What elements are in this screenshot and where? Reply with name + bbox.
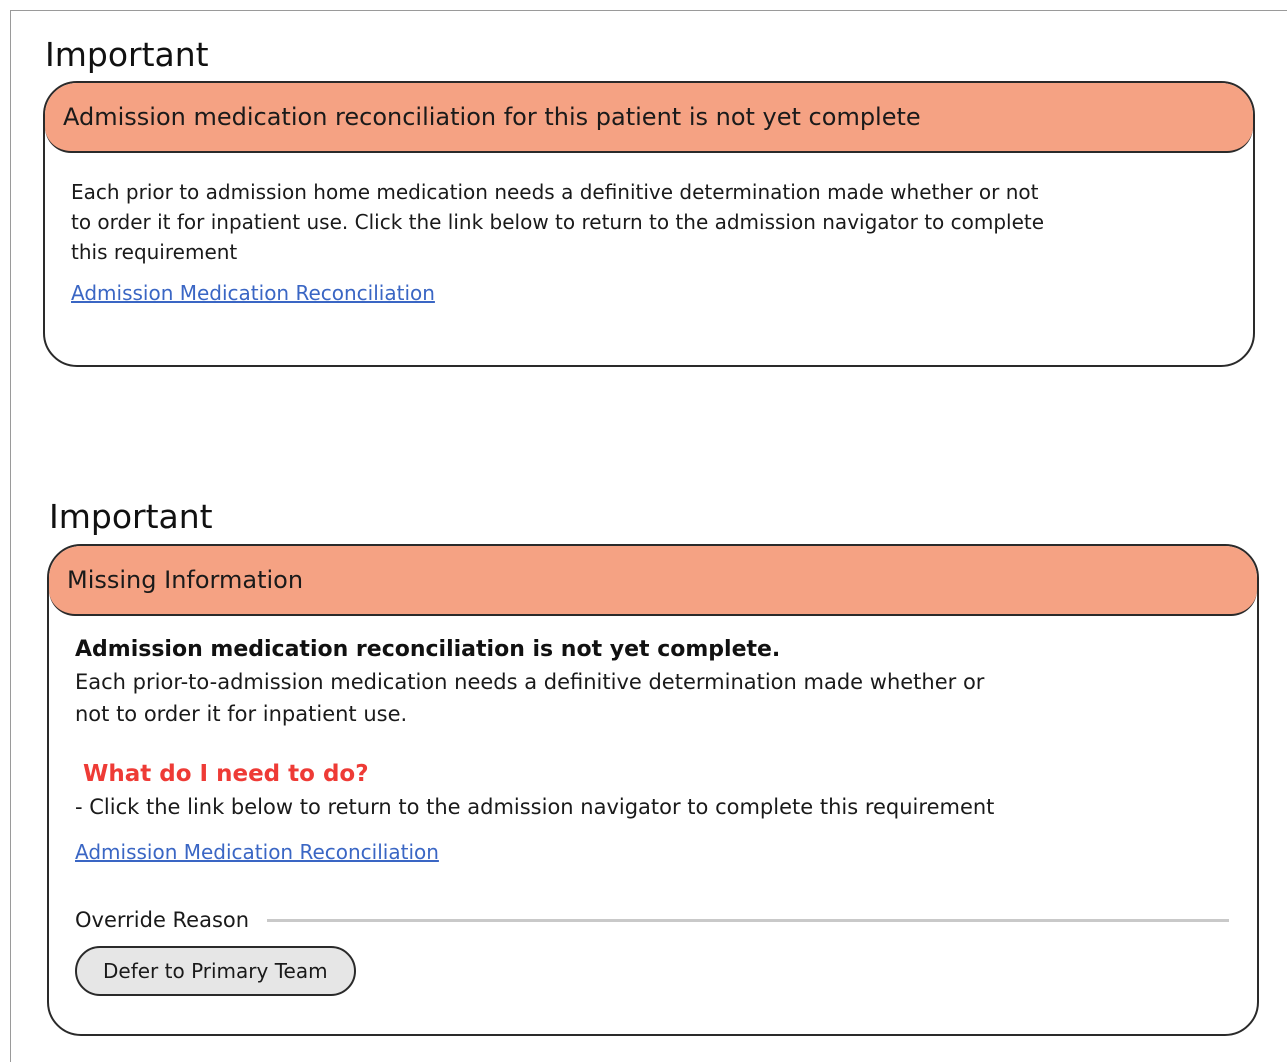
- alert1-body: Each prior to admission home medication …: [45, 153, 1253, 305]
- alert2-body-line: not to order it for inpatient use.: [75, 702, 408, 726]
- alert1-body-line: to order it for inpatient use. Click the…: [71, 210, 1045, 234]
- override-reason-label: Override Reason: [75, 908, 250, 932]
- alert1-heading: Important: [45, 35, 209, 74]
- alert2-body-line: Each prior-to-admission medication needs…: [75, 670, 985, 694]
- admission-med-rec-link[interactable]: Admission Medication Reconciliation: [71, 281, 435, 305]
- alert2-card: Missing Information Admission medication…: [47, 544, 1259, 1036]
- defer-to-primary-team-button[interactable]: Defer to Primary Team: [75, 946, 356, 996]
- alert1-body-line: Each prior to admission home medication …: [71, 180, 1039, 204]
- alert1-header-text: Admission medication reconciliation for …: [63, 103, 921, 131]
- override-divider: [267, 918, 1229, 922]
- admission-med-rec-link-2[interactable]: Admission Medication Reconciliation: [75, 840, 439, 864]
- instruction-text: - Click the link below to return to the …: [75, 795, 995, 819]
- alert1-card: Admission medication reconciliation for …: [43, 81, 1255, 367]
- what-to-do-heading: What do I need to do?: [83, 761, 369, 787]
- alert2-heading: Important: [49, 497, 213, 536]
- alert2-header: Missing Information: [49, 546, 1257, 616]
- alert1-header: Admission medication reconciliation for …: [45, 83, 1253, 153]
- alert2-header-text: Missing Information: [67, 566, 304, 594]
- alert2-body: Admission medication reconciliation is n…: [49, 616, 1257, 996]
- alert1-body-line: this requirement: [71, 240, 238, 264]
- alert2-bold-text: Admission medication reconciliation is n…: [75, 637, 781, 662]
- override-row: Override Reason: [75, 908, 1229, 932]
